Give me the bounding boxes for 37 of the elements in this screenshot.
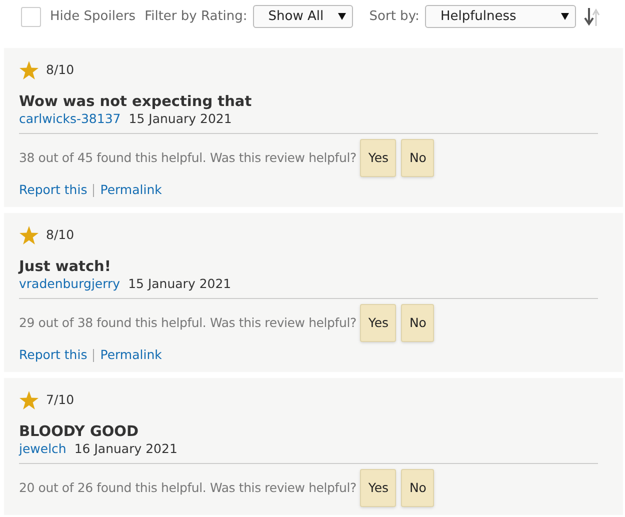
star-icon — [19, 61, 39, 80]
review-date: 15 January 2021 — [128, 276, 232, 292]
sort-label: Sort by: — [369, 8, 420, 26]
author-link[interactable]: jewelch — [19, 441, 66, 457]
review-link[interactable]: Report this — [19, 181, 88, 199]
rating-dropdown[interactable]: Show All — [253, 5, 354, 28]
helpful-text: 29 out of 38 found this helpful. Was this review helpful? — [19, 314, 356, 332]
review-date: 15 January 2021 — [128, 111, 232, 127]
caret-icon — [338, 13, 346, 20]
sort-dropdown[interactable]: Helpfulness — [425, 5, 576, 28]
star-icon — [19, 391, 39, 410]
author-link[interactable]: carlwicks-38137 — [19, 111, 121, 127]
yes-button[interactable]: Yes — [360, 304, 396, 342]
review-link[interactable]: Permalink — [100, 346, 162, 364]
no-button[interactable]: No — [401, 469, 434, 507]
checkbox-label: Hide Spoilers — [50, 8, 136, 26]
caret-icon — [561, 13, 570, 20]
review-title: Wow was not expecting that — [19, 94, 253, 111]
author-link[interactable]: vradenburgjerry — [19, 276, 120, 292]
checkbox[interactable] — [21, 6, 41, 26]
rating-text: 8/10 — [46, 226, 74, 244]
no-button[interactable]: No — [401, 304, 434, 342]
yes-button[interactable]: Yes — [360, 469, 396, 507]
review-link[interactable]: Report this — [19, 346, 88, 364]
helpful-text: 38 out of 45 found this helpful. Was this review helpful? — [19, 148, 356, 167]
filter-label: Filter by Rating: — [144, 8, 248, 26]
rating-text: 8/10 — [46, 61, 74, 80]
sort-order-icon[interactable] — [584, 6, 600, 26]
star-icon — [19, 226, 39, 245]
review-title: Just watch! — [19, 259, 112, 276]
review-link[interactable]: Permalink — [100, 181, 162, 199]
no-button[interactable]: No — [401, 139, 434, 177]
helpful-text: 20 out of 26 found this helpful. Was this review helpful? — [19, 478, 356, 497]
review-date: 16 January 2021 — [74, 441, 178, 457]
yes-button[interactable]: Yes — [360, 139, 396, 177]
review-title: BLOODY GOOD — [19, 424, 140, 441]
rating-text: 7/10 — [46, 391, 74, 410]
